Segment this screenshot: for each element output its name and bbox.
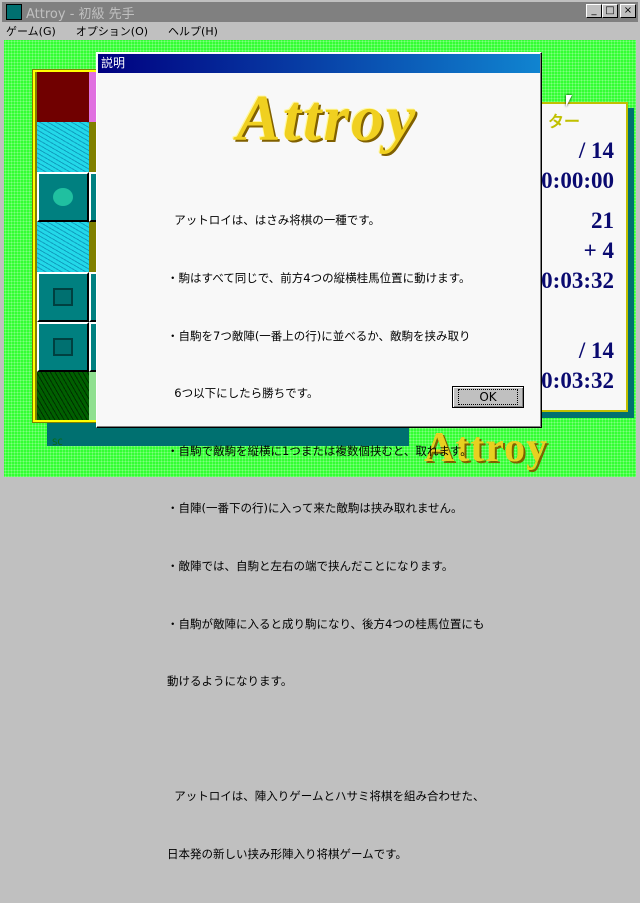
board-cell[interactable]	[37, 222, 89, 272]
text-line	[167, 730, 537, 749]
text-line: ・自駒が敵陣に入ると成り駒になり、後方4つの桂馬位置にも	[167, 616, 485, 631]
maximize-button[interactable]: □	[602, 4, 618, 18]
text-line: アットロイは、はさみ将棋の一種です。	[167, 213, 381, 228]
mouse-cursor-icon	[566, 95, 572, 107]
menu-game[interactable]: ゲーム(G)	[6, 23, 56, 39]
board-cell[interactable]	[37, 372, 89, 420]
text-line: ・駒はすべて同じで、前方4つの縦横桂馬位置に動けます。	[167, 271, 471, 286]
piece[interactable]	[37, 322, 89, 372]
dialog-logo: Attroy	[236, 82, 418, 155]
panel-title: ター	[547, 112, 580, 131]
board-cell[interactable]	[37, 122, 89, 172]
move-increment: + 4	[583, 238, 614, 263]
text-line: ・自駒で敵駒を縦横に1つまたは複数個挟むと、取れます。	[167, 443, 472, 458]
text-line: 動けるようになります。	[167, 674, 293, 689]
move-count: 21	[591, 208, 614, 233]
dialog-title: 説明	[98, 54, 540, 73]
menu-bar: ゲーム(G) オプション(O) ヘルプ(H)	[0, 22, 640, 40]
text-line: アットロイは、陣入りゲームとハサミ将棋を組み合わせた、	[167, 789, 485, 804]
text-line: ・自駒を7つ敵陣(一番上の行)に並べるか、敵駒を挟み取り	[167, 328, 471, 343]
menu-options[interactable]: オプション(O)	[76, 23, 148, 39]
board-cell[interactable]	[37, 72, 89, 122]
board-footer: SC	[52, 438, 63, 448]
app-icon[interactable]	[6, 4, 22, 20]
text-line: 日本発の新しい挟み形陣入り将棋ゲームです。	[167, 846, 408, 861]
timer: 0:03:32	[541, 268, 614, 293]
window-title: Attroy - 初級 先手	[26, 6, 135, 22]
title-bar: Attroy - 初級 先手 _ □ ×	[0, 0, 640, 22]
ok-label: OK	[458, 389, 518, 405]
ok-button[interactable]: OK	[452, 386, 524, 408]
text-line: ・敵陣では、自駒と左右の端で挟んだことになります。	[167, 559, 454, 574]
game-board[interactable]	[32, 69, 104, 423]
text-line: ・自陣(一番下の行)に入って来た敵駒は挟み取れません。	[167, 501, 463, 516]
minimize-button[interactable]: _	[586, 4, 602, 18]
timer: 0:00:00	[541, 168, 614, 193]
piece-count: / 14	[578, 138, 614, 163]
piece-promoted[interactable]	[37, 172, 89, 222]
menu-help[interactable]: ヘルプ(H)	[168, 23, 218, 39]
close-button[interactable]: ×	[620, 4, 636, 18]
dialog-text: アットロイは、はさみ将棋の一種です。 ・駒はすべて同じで、前方4つの縦横桂馬位置…	[167, 173, 537, 903]
about-dialog: 説明 Attroy アットロイは、はさみ将棋の一種です。 ・駒はすべて同じで、前…	[96, 52, 542, 861]
piece[interactable]	[37, 272, 89, 322]
piece-count: / 14	[578, 338, 614, 363]
timer: 0:03:32	[541, 368, 614, 393]
